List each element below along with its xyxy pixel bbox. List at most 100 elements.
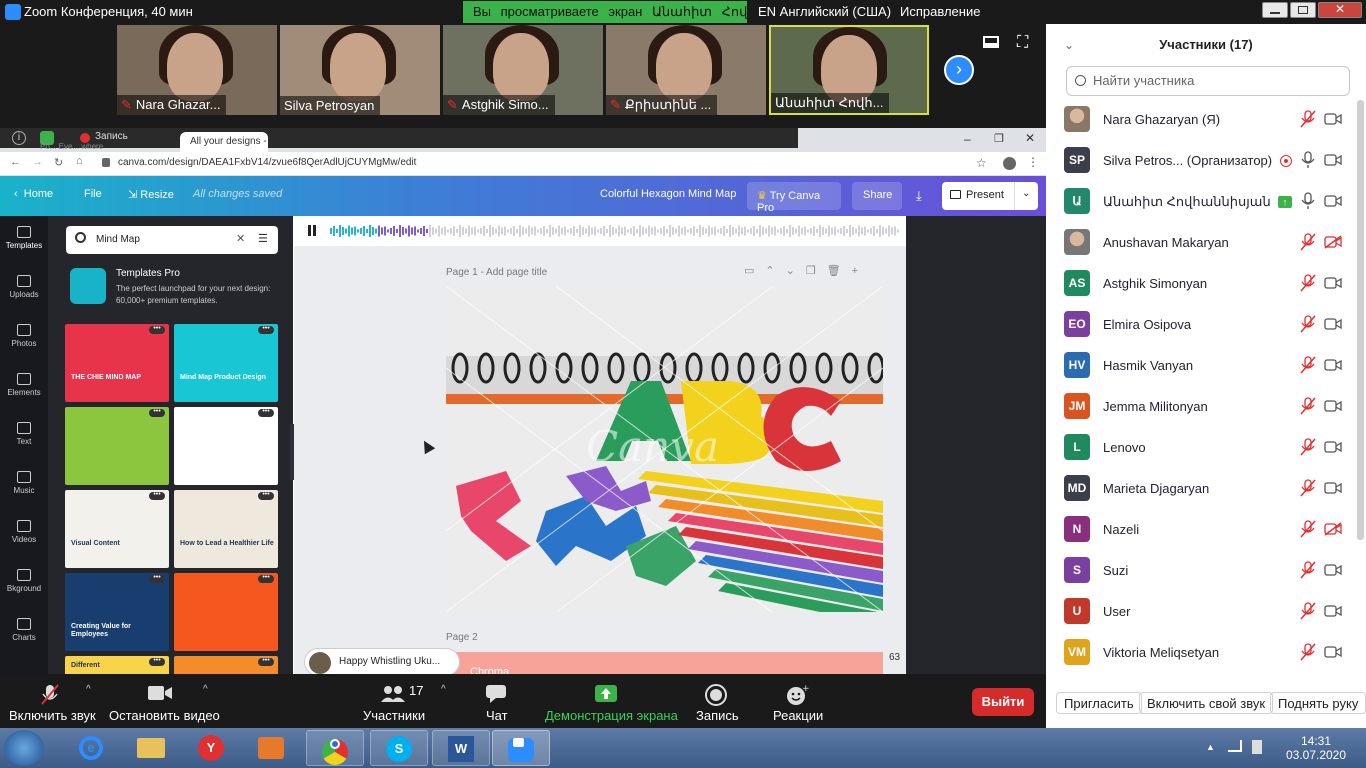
- start-button[interactable]: [4, 730, 44, 766]
- minimize-button[interactable]: [1262, 2, 1288, 18]
- reactions-label[interactable]: Реакции: [773, 708, 823, 723]
- file-explorer-icon[interactable]: [122, 730, 180, 766]
- mic-muted-icon[interactable]: [1300, 315, 1316, 333]
- camera-icon[interactable]: [1324, 358, 1342, 372]
- file-menu[interactable]: File: [84, 188, 102, 200]
- chevron-down-icon[interactable]: ⌄: [1022, 188, 1030, 199]
- mic-muted-icon[interactable]: [1300, 479, 1316, 497]
- mic-options-caret[interactable]: ^: [86, 684, 91, 695]
- rail-item-text[interactable]: Text: [0, 422, 48, 446]
- browser-minimize[interactable]: –: [964, 132, 971, 146]
- participant-row[interactable]: Anushavan Makaryan: [1046, 223, 1366, 264]
- view-mode-icon[interactable]: [983, 36, 999, 48]
- profile-icon[interactable]: [1003, 157, 1016, 170]
- page-2-canvas[interactable]: Chroma...: [446, 652, 883, 674]
- mic-muted-icon[interactable]: [1300, 520, 1316, 538]
- rail-item-templates[interactable]: Templates: [0, 226, 48, 250]
- mic-icon[interactable]: [1300, 192, 1316, 210]
- template-more-icon[interactable]: •••: [149, 491, 165, 500]
- template-thumbnail[interactable]: ••• Mind Map Product Design: [174, 324, 278, 402]
- template-more-icon[interactable]: •••: [258, 325, 274, 334]
- camera-icon[interactable]: [1324, 604, 1342, 618]
- mic-muted-icon[interactable]: [1300, 438, 1316, 456]
- participant-list-scrollbar[interactable]: [1357, 100, 1364, 540]
- fullscreen-icon[interactable]: ⛶: [1017, 35, 1033, 52]
- camera-off-icon[interactable]: [1324, 235, 1342, 249]
- abc-letters-photo[interactable]: Canva: [446, 286, 883, 612]
- zoom-percentage[interactable]: 63: [889, 652, 900, 663]
- record-label[interactable]: Запись: [696, 708, 739, 723]
- template-thumbnail[interactable]: •••: [174, 573, 278, 651]
- template-thumbnail[interactable]: ••• Different: [65, 656, 169, 674]
- template-thumbnail[interactable]: •••: [174, 407, 278, 485]
- chat-label[interactable]: Чат: [486, 708, 508, 723]
- participant-row[interactable]: N Nazeli: [1046, 510, 1366, 551]
- video-thumbnail[interactable]: ✎ Astghik Simo...: [443, 25, 603, 115]
- template-more-icon[interactable]: •••: [149, 325, 165, 334]
- yandex-browser-icon[interactable]: Y: [182, 730, 240, 766]
- template-more-icon[interactable]: •••: [149, 657, 165, 666]
- template-more-icon[interactable]: •••: [149, 408, 165, 417]
- leave-meeting-button[interactable]: Выйти: [972, 688, 1034, 716]
- info-icon[interactable]: i: [12, 131, 26, 145]
- media-player-icon[interactable]: [242, 730, 300, 766]
- home-icon[interactable]: ⌂: [76, 155, 83, 167]
- camera-icon[interactable]: [1324, 399, 1342, 413]
- stop-video-label[interactable]: Остановить видео: [109, 708, 220, 723]
- participant-row[interactable]: Nara Ghazaryan (Я): [1046, 100, 1366, 141]
- mic-muted-icon[interactable]: [1300, 274, 1316, 292]
- mic-muted-icon[interactable]: [1300, 110, 1316, 128]
- template-more-icon[interactable]: •••: [258, 657, 274, 666]
- templates-pro-icon[interactable]: [70, 268, 106, 304]
- rail-item-photos[interactable]: Photos: [0, 324, 48, 348]
- video-camera-icon[interactable]: [147, 684, 173, 704]
- participant-row[interactable]: JM Jemma Militonyan: [1046, 387, 1366, 428]
- internet-explorer-icon[interactable]: e: [62, 730, 120, 766]
- participant-row[interactable]: AS Astghik Simonyan: [1046, 264, 1366, 305]
- mic-muted-icon[interactable]: [1300, 561, 1316, 579]
- camera-icon[interactable]: [1324, 645, 1342, 659]
- page-1-label[interactable]: Page 1 - Add page title: [446, 267, 547, 278]
- camera-icon[interactable]: [1324, 481, 1342, 495]
- template-thumbnail[interactable]: •••: [174, 656, 278, 674]
- share-button[interactable]: Share: [852, 182, 902, 210]
- next-thumbnails-button[interactable]: ›: [944, 55, 974, 85]
- rail-item-music[interactable]: Music: [0, 471, 48, 495]
- invite-button[interactable]: Пригласить: [1056, 692, 1142, 714]
- video-thumbnail[interactable]: ✎ Քրիստինե ...: [606, 25, 766, 115]
- rail-item-charts[interactable]: Charts: [0, 618, 48, 642]
- participant-row[interactable]: EO Elmira Osipova: [1046, 305, 1366, 346]
- camera-icon[interactable]: [1324, 440, 1342, 454]
- template-thumbnail[interactable]: •••: [65, 407, 169, 485]
- zoom-app-icon[interactable]: [492, 730, 550, 766]
- template-thumbnail[interactable]: ••• THE CHIE MIND MAP: [65, 324, 169, 402]
- page-2-label[interactable]: Page 2: [446, 632, 478, 643]
- unmute-self-button[interactable]: Включить свой звук: [1139, 692, 1274, 714]
- video-thumbnail[interactable]: ✎ Nara Ghazar...: [117, 25, 277, 115]
- audio-waveform[interactable]: [330, 224, 900, 238]
- share-screen-label[interactable]: Демонстрация экрана: [545, 708, 678, 723]
- close-button[interactable]: ✕: [1318, 2, 1362, 18]
- rail-item-bkground[interactable]: Bkground: [0, 569, 48, 593]
- raise-hand-button[interactable]: Поднять руку: [1270, 692, 1366, 714]
- reactions-icon[interactable]: +: [785, 684, 809, 705]
- participant-row[interactable]: U User: [1046, 592, 1366, 633]
- rail-item-elements[interactable]: Elements: [0, 373, 48, 397]
- document-title[interactable]: Colorful Hexagon Mind Map: [600, 188, 736, 200]
- camera-off-icon[interactable]: [1324, 522, 1342, 536]
- page-1-canvas[interactable]: Canva: [446, 286, 883, 612]
- participant-row[interactable]: Ա Անահիտ Հովհաննիսյան ↑: [1046, 182, 1366, 223]
- back-icon[interactable]: ←: [10, 156, 21, 168]
- page-tools[interactable]: ▭⌃⌄❐🗑+: [744, 264, 869, 277]
- participants-options-caret[interactable]: ^: [441, 684, 446, 695]
- participant-row[interactable]: S Suzi: [1046, 551, 1366, 592]
- camera-icon[interactable]: [1324, 563, 1342, 577]
- chat-icon[interactable]: [485, 684, 507, 704]
- mic-muted-icon[interactable]: [1300, 233, 1316, 251]
- template-more-icon[interactable]: •••: [258, 574, 274, 583]
- language-indicator[interactable]: EN Английский (США): [758, 4, 891, 19]
- mic-muted-icon[interactable]: [1300, 602, 1316, 620]
- camera-icon[interactable]: [1324, 153, 1342, 167]
- browser-tab-active[interactable]: All your designs - Ca: [180, 132, 268, 154]
- clear-icon[interactable]: ✕: [236, 232, 245, 245]
